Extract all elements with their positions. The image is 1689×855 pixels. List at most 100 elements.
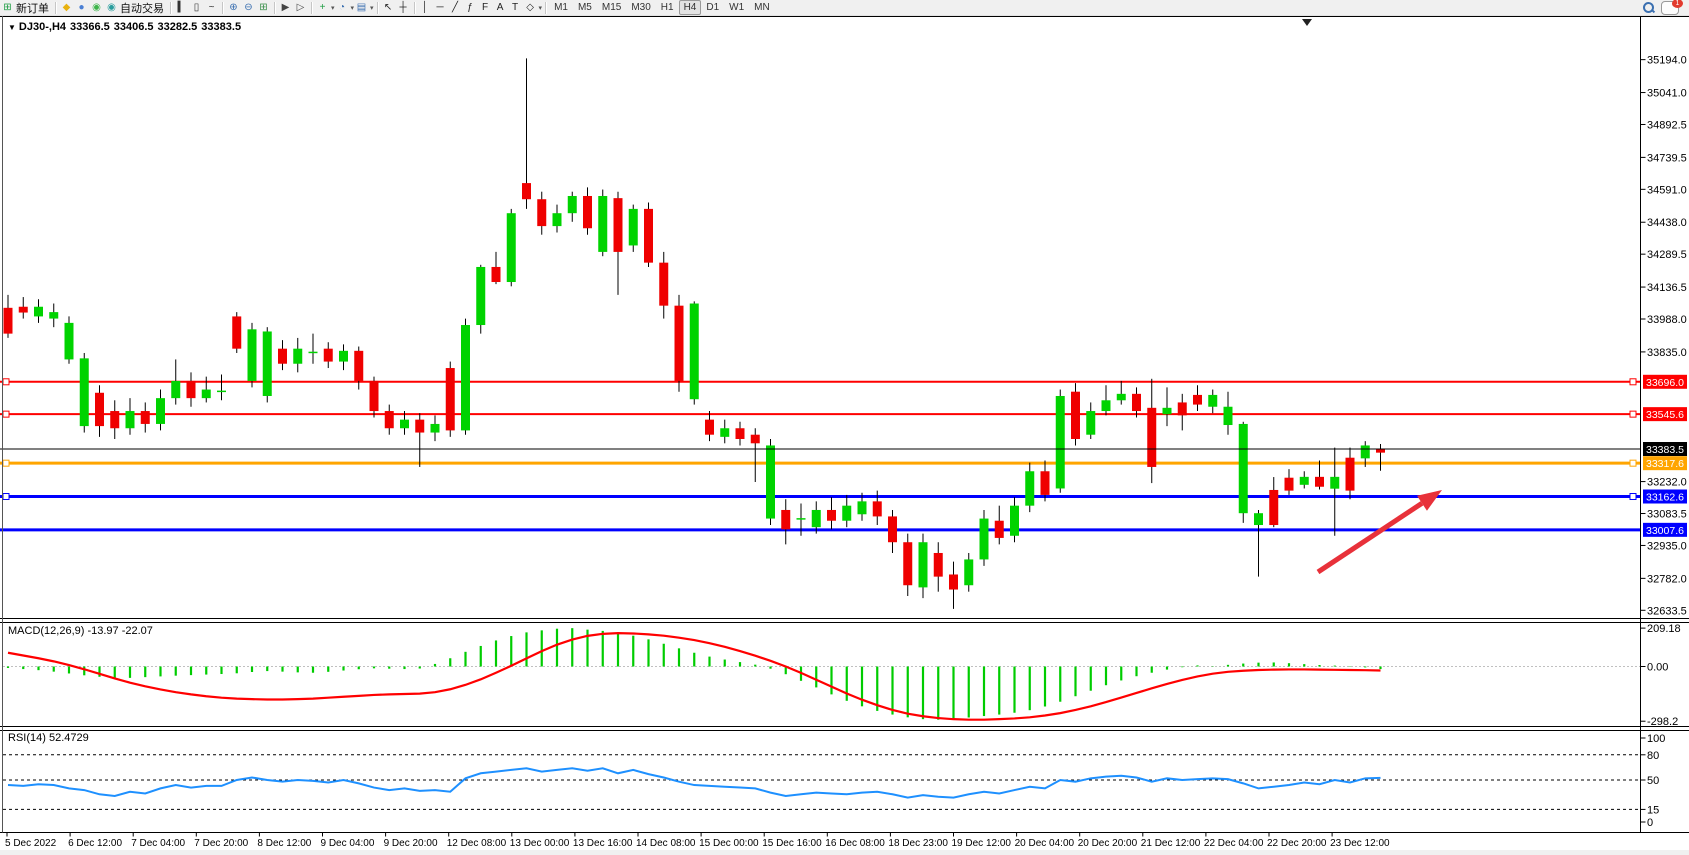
toolbar-separator [545,2,546,14]
new-order-label[interactable]: 新订单 [16,0,49,16]
chart-window[interactable]: ▼DJ30-,H433366.533406.533282.533383.5 MA… [0,16,1689,850]
timeframe-h1-button[interactable]: H1 [656,0,679,15]
svg-text:23 Dec 12:00: 23 Dec 12:00 [1330,838,1390,849]
chat-badge: 1 [1672,0,1683,8]
candle [1025,471,1034,505]
svg-text:9 Dec 04:00: 9 Dec 04:00 [321,838,375,849]
horizontal-line-icon[interactable]: ─ [433,1,448,14]
candle [995,521,1004,538]
svg-text:33988.0: 33988.0 [1647,314,1687,326]
svg-text:13 Dec 16:00: 13 Dec 16:00 [573,838,633,849]
line-handle[interactable] [1630,460,1636,466]
candle [1132,394,1141,411]
timeframe-d1-button[interactable]: D1 [701,0,724,15]
svg-text:33835.0: 33835.0 [1647,347,1687,359]
toolbar-separator [377,2,378,14]
candle [568,196,577,213]
templates-icon[interactable]: ▤ [354,1,369,14]
vertical-line-icon[interactable]: │ [418,1,433,14]
line-handle[interactable] [3,494,9,500]
auto-scroll-icon[interactable]: ▶ [278,1,293,14]
collapse-triangle-icon[interactable]: ▼ [8,23,16,32]
candle [202,390,211,399]
svg-text:22 Dec 20:00: 22 Dec 20:00 [1267,838,1327,849]
new-order-icon[interactable]: ⊞ [0,1,15,14]
chart-title: ▼DJ30-,H433366.533406.533282.533383.5 [8,21,245,33]
candle [1300,477,1309,485]
crosshair-icon[interactable]: ┼ [396,1,411,14]
svg-text:15 Dec 00:00: 15 Dec 00:00 [699,838,759,849]
line-handle[interactable] [1630,379,1636,385]
svg-text:33162.6: 33162.6 [1646,492,1684,504]
fibonacci-icon[interactable]: ƒ [463,1,478,14]
candle [263,331,272,396]
text-icon[interactable]: A [493,1,508,14]
candle [598,196,607,252]
line-handle[interactable] [3,411,9,417]
chart-shift-icon[interactable]: ▷ [293,1,308,14]
candle [1361,445,1370,458]
candle [385,411,394,428]
zoom-out-icon[interactable]: ⊖ [241,1,256,14]
candle [812,510,821,527]
candle [1239,424,1248,513]
candle [339,351,348,362]
timeframe-m1-button[interactable]: M1 [549,0,573,15]
svg-text:33232.0: 33232.0 [1647,477,1687,489]
candle [720,428,729,437]
chat-icon[interactable]: 1 [1661,1,1679,15]
svg-text:33383.5: 33383.5 [1646,444,1684,456]
line-handle[interactable] [3,379,9,385]
ohlc-open: 33366.5 [70,21,110,33]
candle [80,358,89,426]
line-handle[interactable] [1630,494,1636,500]
line-handle[interactable] [1630,411,1636,417]
templates-dropdown-icon[interactable]: ▾ [370,4,374,12]
candle [1086,411,1095,435]
indicators-icon[interactable]: + [315,1,330,14]
svg-text:33696.0: 33696.0 [1646,377,1684,389]
timeframe-mn-button[interactable]: MN [749,0,775,15]
candle [1315,477,1324,487]
cursor-icon[interactable]: ↖ [381,1,396,14]
profile-icon[interactable]: ● [74,1,89,14]
timeframe-h4-button[interactable]: H4 [679,0,702,15]
channel-icon[interactable]: F [478,1,493,14]
tile-windows-icon[interactable]: ⊞ [256,1,271,14]
candle [1346,458,1355,491]
toolbar-separator [55,2,56,14]
svg-text:14 Dec 08:00: 14 Dec 08:00 [636,838,696,849]
svg-text:16 Dec 08:00: 16 Dec 08:00 [825,838,885,849]
svg-text:15: 15 [1647,804,1659,816]
periods-icon[interactable]: ◔ [335,1,350,14]
timeframe-m30-button[interactable]: M30 [626,0,655,15]
signals-icon[interactable]: ◉ [89,1,104,14]
candle [293,349,302,364]
line-chart-icon[interactable]: ~ [204,1,219,14]
line-handle[interactable] [3,460,9,466]
chart-canvas[interactable]: 5 Dec 20226 Dec 12:007 Dec 04:007 Dec 20… [0,16,1689,850]
candle [1010,506,1019,536]
candle [1056,396,1065,488]
candlestick-chart-icon[interactable]: ▯ [189,1,204,14]
svg-text:20 Dec 20:00: 20 Dec 20:00 [1078,838,1138,849]
candle [1285,478,1294,491]
trendline-icon[interactable]: ╱ [448,1,463,14]
arrows-icon[interactable]: ◇ [523,1,538,14]
candle [903,542,912,585]
search-icon[interactable] [1642,1,1655,14]
bar-chart-icon[interactable]: ▍ [174,1,189,14]
market-icon[interactable]: ◆ [59,1,74,14]
autotrade-icon[interactable]: ◉ [104,1,119,14]
candle [156,398,165,424]
label-icon[interactable]: T [508,1,523,14]
timeframe-w1-button[interactable]: W1 [724,0,749,15]
svg-text:32633.5: 32633.5 [1647,605,1687,617]
svg-text:12 Dec 08:00: 12 Dec 08:00 [447,838,507,849]
timeframe-m15-button[interactable]: M15 [597,0,626,15]
candle [888,516,897,542]
arrows-dropdown-icon[interactable]: ▾ [539,4,543,12]
autotrade-label[interactable]: 自动交易 [120,0,164,16]
zoom-in-icon[interactable]: ⊕ [226,1,241,14]
timeframe-m5-button[interactable]: M5 [573,0,597,15]
